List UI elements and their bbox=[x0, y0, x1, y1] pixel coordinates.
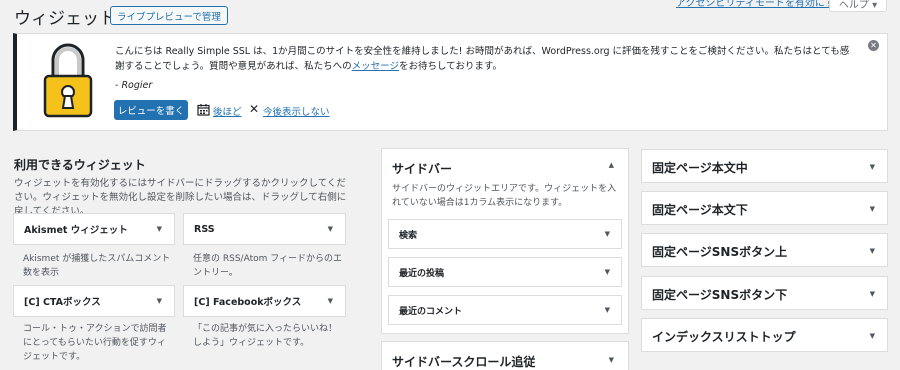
widget-area-page-body-bottom[interactable]: 固定ページ本文下 ▼ bbox=[641, 191, 888, 225]
triangle-down-icon: ▼ bbox=[869, 332, 875, 340]
widget-title: 最近の投稿 bbox=[399, 268, 445, 279]
triangle-up-icon[interactable]: ▲ bbox=[609, 161, 614, 169]
calendar-icon bbox=[197, 104, 210, 116]
triangle-down-icon: ▼ bbox=[156, 225, 162, 233]
widget-description: コール・トゥ・アクションで訪問者にとってもらいたい行動を促すウィジェットです。 bbox=[23, 324, 167, 362]
widget-area-page-sns-top[interactable]: 固定ページSNSボタン上 ▼ bbox=[641, 233, 888, 267]
triangle-down-icon: ▼ bbox=[604, 268, 610, 276]
widget-akismet[interactable]: Akismet ウィジェット ▼ bbox=[13, 213, 175, 245]
accessibility-mode-link[interactable]: アクセシビリティモードを有効にする bbox=[676, 0, 845, 9]
dont-show-again-link[interactable]: 今後表示しない bbox=[263, 104, 330, 118]
dismiss-circle-icon[interactable]: ✕ bbox=[868, 40, 879, 51]
widget-facebook-box[interactable]: [C] Facebookボックス ▼ bbox=[183, 285, 346, 317]
widget-title: RSS bbox=[194, 223, 215, 235]
sidebar-area: サイドバー ▲ サイドバーのウィジットエリアです。ウィジェットを入れていない場合… bbox=[381, 148, 629, 334]
sidebar-scroll-area[interactable]: サイドバースクロール追従 ▼ bbox=[381, 341, 629, 370]
triangle-down-icon: ▼ bbox=[604, 306, 610, 314]
padlock-icon bbox=[43, 43, 93, 118]
triangle-down-icon: ▼ bbox=[327, 297, 333, 305]
triangle-down-icon: ▼ bbox=[608, 356, 614, 364]
sidebar-widget-search[interactable]: 検索 ▼ bbox=[388, 219, 622, 249]
widget-area-title: 固定ページSNSボタン上 bbox=[652, 245, 788, 259]
widget-title: Akismet ウィジェット bbox=[24, 225, 128, 236]
ssl-review-notice: こんにちは Really Simple SSL は、1か月間このサイトを安全性を… bbox=[13, 33, 888, 131]
widget-cta-box[interactable]: [C] CTAボックス ▼ bbox=[13, 285, 175, 317]
close-icon: ✕ bbox=[249, 102, 260, 116]
widget-rss[interactable]: RSS ▼ bbox=[183, 213, 346, 245]
sidebar-title[interactable]: サイドバー bbox=[392, 160, 452, 177]
sidebar-widget-recent-comments[interactable]: 最近のコメント ▼ bbox=[388, 295, 622, 325]
triangle-down-icon: ▼ bbox=[869, 247, 875, 255]
widget-description: 任意の RSS/Atom フィードからのエントリー。 bbox=[193, 254, 343, 278]
help-tab[interactable]: ヘルプ ▾ bbox=[829, 0, 887, 12]
triangle-down-icon: ▼ bbox=[604, 230, 610, 238]
write-review-button[interactable]: レビューを書く bbox=[114, 100, 188, 120]
triangle-down-icon: ▼ bbox=[156, 297, 162, 305]
triangle-down-icon: ▼ bbox=[327, 225, 333, 233]
triangle-down-icon: ▼ bbox=[869, 290, 875, 298]
later-link[interactable]: 後ほど bbox=[213, 104, 242, 118]
widget-title: 検索 bbox=[399, 230, 418, 241]
page-title: ウィジェット bbox=[14, 9, 116, 29]
widget-area-title: 固定ページSNSボタン下 bbox=[652, 288, 788, 302]
sidebar-scroll-title: サイドバースクロール追従 bbox=[392, 355, 536, 369]
live-preview-button[interactable]: ライブプレビューで管理 bbox=[110, 6, 228, 25]
notice-signature: - Rogier bbox=[115, 80, 153, 91]
widget-area-page-sns-bottom[interactable]: 固定ページSNSボタン下 ▼ bbox=[641, 276, 888, 310]
notice-message: こんにちは Really Simple SSL は、1か月間このサイトを安全性を… bbox=[115, 44, 850, 74]
widget-description: 「この記事が気に入ったらいいね！しよう」ウィジェットです。 bbox=[193, 324, 338, 348]
widget-title: 最近のコメント bbox=[399, 306, 463, 317]
widget-description: Akismet が捕獲したスパムコメント数を表示 bbox=[23, 254, 171, 278]
widget-area-title: インデックスリストトップ bbox=[652, 330, 796, 344]
widget-area-page-body-middle[interactable]: 固定ページ本文中 ▼ bbox=[641, 149, 888, 183]
sidebar-description: サイドバーのウィジットエリアです。ウィジェットを入れていない場合は1カラム表示に… bbox=[392, 184, 617, 208]
widget-area-title: 固定ページ本文下 bbox=[652, 203, 748, 217]
widget-title: [C] CTAボックス bbox=[24, 297, 101, 308]
triangle-down-icon: ▼ bbox=[869, 205, 875, 213]
notice-message-tail: をお待ちしております。 bbox=[398, 61, 502, 72]
sidebar-widget-recent-posts[interactable]: 最近の投稿 ▼ bbox=[388, 257, 622, 287]
widget-area-title: 固定ページ本文中 bbox=[652, 161, 748, 175]
widget-area-index-list-top[interactable]: インデックスリストトップ ▼ bbox=[641, 318, 888, 352]
triangle-down-icon: ▼ bbox=[869, 163, 875, 171]
available-widgets-title: 利用できるウィジェット bbox=[14, 158, 146, 172]
widget-title: [C] Facebookボックス bbox=[194, 297, 302, 308]
message-link[interactable]: メッセージ bbox=[352, 61, 399, 72]
